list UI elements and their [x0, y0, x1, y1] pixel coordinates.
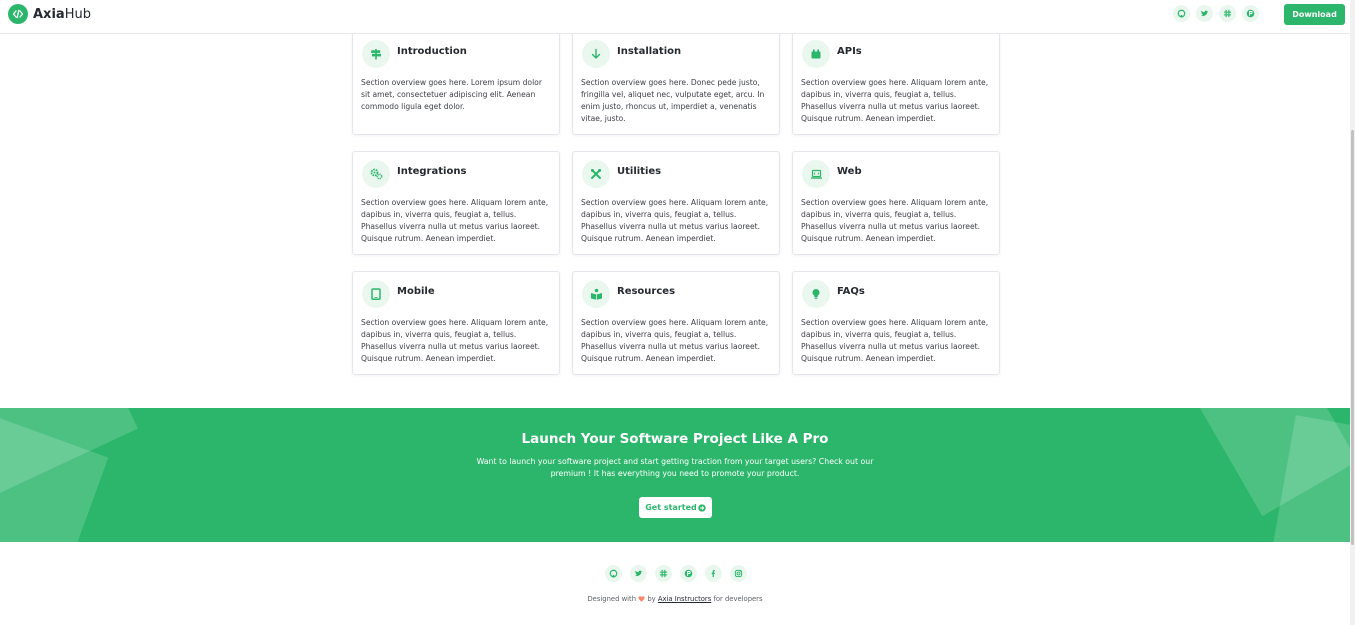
github-icon[interactable]	[605, 565, 622, 582]
instagram-icon[interactable]	[730, 565, 747, 582]
top-navbar: AxiaHub Download	[0, 0, 1350, 34]
scrollbar-thumb[interactable]	[1351, 130, 1354, 545]
card-web[interactable]: Web Section overview goes here. Aliquam …	[792, 151, 1000, 255]
twitter-icon[interactable]	[1196, 5, 1213, 22]
product-hunt-icon[interactable]	[680, 565, 697, 582]
logo-text: AxiaHub	[33, 7, 91, 22]
slack-icon[interactable]	[655, 565, 672, 582]
banner-description: Want to launch your software project and…	[476, 457, 874, 478]
card-description: Section overview goes here. Aliquam lore…	[801, 78, 989, 123]
card-apis[interactable]: APIs Section overview goes here. Aliquam…	[792, 31, 1000, 135]
book-reader-icon	[582, 280, 610, 308]
card-installation[interactable]: Installation Section overview goes here.…	[572, 31, 780, 135]
card-description: Section overview goes here. Aliquam lore…	[361, 318, 549, 363]
author-link[interactable]: Axia Instructors	[658, 595, 711, 603]
laptop-code-icon	[802, 160, 830, 188]
tablet-icon	[362, 280, 390, 308]
product-hunt-icon[interactable]	[1242, 5, 1259, 22]
heart-icon	[638, 595, 645, 603]
header-social-links	[1173, 5, 1259, 22]
twitter-icon[interactable]	[630, 565, 647, 582]
card-description: Section overview goes here. Aliquam lore…	[361, 198, 549, 243]
card-title: Web	[837, 166, 862, 177]
logo-text-bold: Axia	[33, 6, 65, 22]
get-started-button[interactable]: Get started	[639, 497, 712, 518]
copyright-by: by	[647, 595, 656, 603]
card-title: Introduction	[397, 46, 467, 57]
facebook-icon[interactable]	[705, 565, 722, 582]
get-started-label: Get started	[645, 503, 697, 512]
card-integrations[interactable]: Integrations Section overview goes here.…	[352, 151, 560, 255]
card-resources[interactable]: Resources Section overview goes here. Al…	[572, 271, 780, 375]
logo-text-light: Hub	[64, 6, 91, 22]
card-introduction[interactable]: Introduction Section overview goes here.…	[352, 31, 560, 135]
arrow-circle-right-icon	[698, 503, 706, 512]
site-logo[interactable]: AxiaHub	[8, 4, 91, 24]
card-title: FAQs	[837, 286, 865, 297]
tools-icon	[582, 160, 610, 188]
card-title: Installation	[617, 46, 682, 57]
slack-icon[interactable]	[1219, 5, 1236, 22]
code-icon	[8, 4, 28, 24]
card-title: Mobile	[397, 286, 435, 297]
copyright-suffix: for developers	[713, 595, 763, 603]
card-title: Utilities	[617, 166, 662, 177]
arrow-down-icon	[582, 40, 610, 68]
card-description: Section overview goes here. Aliquam lore…	[801, 318, 989, 363]
card-description: Section overview goes here. Aliquam lore…	[801, 198, 989, 243]
card-description: Section overview goes here. Aliquam lore…	[581, 318, 769, 363]
card-title: Integrations	[397, 166, 467, 177]
box-icon	[802, 40, 830, 68]
github-icon[interactable]	[1173, 5, 1190, 22]
cogs-icon	[362, 160, 390, 188]
card-description: Section overview goes here. Lorem ipsum …	[361, 78, 542, 111]
lightbulb-icon	[802, 280, 830, 308]
signpost-icon	[362, 40, 390, 68]
copyright: Designed with by Axia Instructors for de…	[0, 595, 1350, 603]
card-utilities[interactable]: Utilities Section overview goes here. Al…	[572, 151, 780, 255]
card-title: APIs	[837, 46, 862, 57]
download-button[interactable]: Download	[1284, 4, 1345, 25]
copyright-prefix: Designed with	[587, 595, 636, 603]
card-description: Section overview goes here. Aliquam lore…	[581, 198, 769, 243]
card-mobile[interactable]: Mobile Section overview goes here. Aliqu…	[352, 271, 560, 375]
cta-banner: Launch Your Software Project Like A Pro …	[0, 408, 1350, 542]
card-description: Section overview goes here. Donec pede j…	[581, 78, 765, 123]
banner-title: Launch Your Software Project Like A Pro	[521, 431, 829, 447]
card-title: Resources	[617, 286, 676, 297]
card-faqs[interactable]: FAQs Section overview goes here. Aliquam…	[792, 271, 1000, 375]
footer-social-links	[605, 565, 747, 582]
